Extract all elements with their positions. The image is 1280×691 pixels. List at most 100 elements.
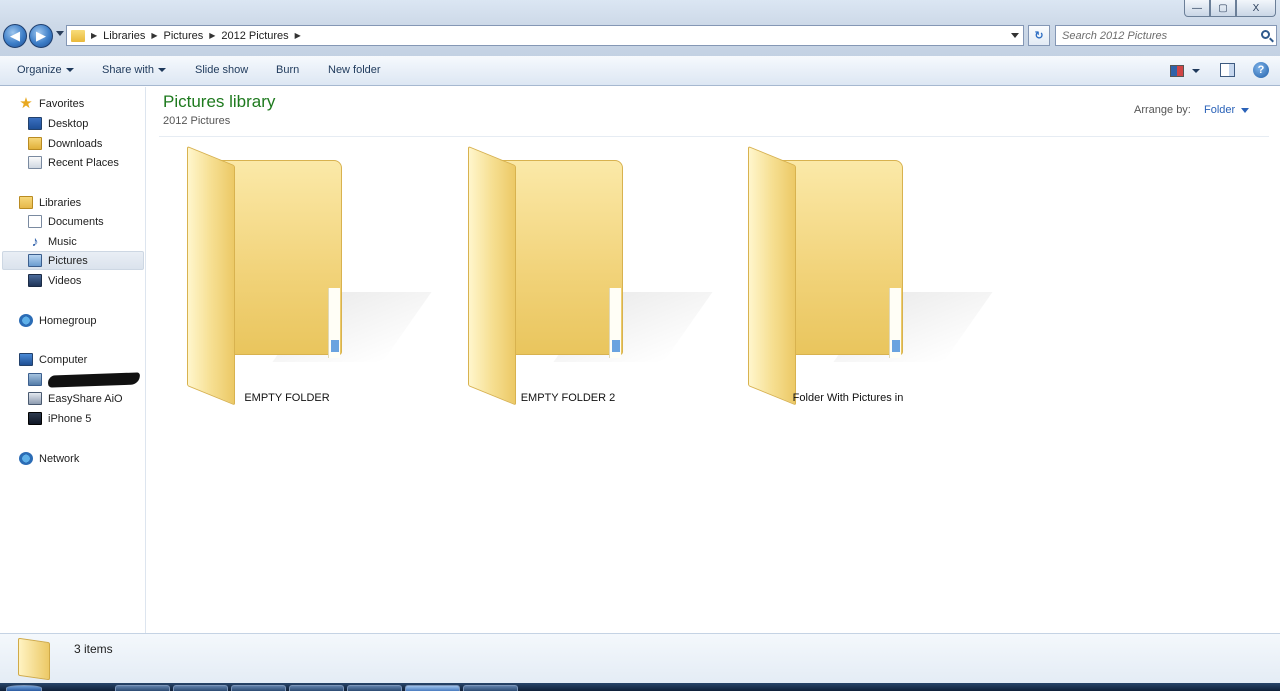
- nav-label: Music: [48, 235, 77, 248]
- nav-documents[interactable]: Documents: [28, 212, 104, 231]
- libraries-icon: [19, 196, 33, 209]
- arrange-by-dropdown[interactable]: Folder: [1204, 104, 1250, 116]
- recent-places-icon: [28, 156, 42, 169]
- breadcrumb-chevron-icon[interactable]: ▶: [91, 31, 97, 40]
- redacted-drive-name: [47, 371, 141, 388]
- folder-name: EMPTY FOLDER 2: [520, 392, 616, 404]
- details-pane: 3 items: [0, 633, 1280, 683]
- music-note-icon: ♪: [31, 233, 39, 249]
- taskbar-button[interactable]: [115, 685, 170, 691]
- breadcrumb-chevron-icon[interactable]: ▶: [209, 31, 215, 40]
- navigation-pane: ★ Favorites Desktop Downloads Recent Plac…: [0, 87, 146, 633]
- nav-label: Libraries: [39, 196, 82, 209]
- desktop-icon: [28, 117, 42, 130]
- address-history-dropdown[interactable]: [1011, 33, 1019, 38]
- taskbar-button-active[interactable]: [405, 685, 460, 691]
- new-folder-button[interactable]: New folder: [328, 64, 381, 76]
- taskbar-button[interactable]: [347, 685, 402, 691]
- taskbar-button[interactable]: [463, 685, 518, 691]
- command-bar: Organize Share with Slide show Burn New …: [0, 56, 1280, 86]
- breadcrumb-pictures[interactable]: Pictures: [164, 30, 204, 42]
- taskbar-button[interactable]: [289, 685, 344, 691]
- phone-icon: [28, 412, 42, 425]
- organize-label: Organize: [17, 64, 62, 76]
- network-icon: [19, 452, 33, 465]
- refresh-button[interactable]: ↻: [1028, 25, 1050, 46]
- search-input[interactable]: [1056, 26, 1246, 45]
- share-with-label: Share with: [102, 64, 154, 76]
- folder-icon: [71, 29, 85, 42]
- nav-network[interactable]: Network: [19, 449, 79, 468]
- forward-button[interactable]: ▶: [29, 24, 53, 48]
- taskbar-button[interactable]: [231, 685, 286, 691]
- search-icon[interactable]: [1261, 30, 1270, 39]
- nav-label: Pictures: [48, 254, 88, 267]
- nav-label: Computer: [39, 353, 88, 366]
- back-arrow-icon: ◀: [10, 28, 20, 43]
- item-count: 3 items: [74, 642, 113, 656]
- nav-label: Documents: [48, 215, 104, 228]
- nav-music[interactable]: ♪ Music: [28, 232, 77, 251]
- burn-button[interactable]: Burn: [276, 64, 299, 76]
- nav-label: Desktop: [48, 117, 89, 130]
- folder-tile[interactable]: EMPTY FOLDER: [147, 142, 432, 406]
- star-icon: ★: [19, 95, 33, 112]
- breadcrumb-2012-pictures[interactable]: 2012 Pictures: [221, 30, 288, 42]
- chevron-down-icon: [157, 68, 166, 73]
- folder-name: EMPTY FOLDER: [244, 392, 330, 404]
- videos-icon: [28, 274, 42, 287]
- folder-paper: [889, 288, 901, 358]
- breadcrumb-chevron-icon[interactable]: ▶: [295, 31, 301, 40]
- folder-front-flap: [187, 146, 235, 406]
- breadcrumb-chevron-icon[interactable]: ▶: [151, 31, 157, 40]
- nav-favorites[interactable]: ★ Favorites: [19, 94, 84, 113]
- breadcrumb-libraries[interactable]: Libraries: [103, 30, 145, 42]
- library-title: Pictures library: [163, 92, 276, 111]
- nav-pictures[interactable]: Pictures: [2, 251, 144, 270]
- nav-iphone[interactable]: iPhone 5: [28, 409, 91, 428]
- back-button[interactable]: ◀: [3, 24, 27, 48]
- folder-front-flap: [468, 146, 516, 406]
- nav-homegroup[interactable]: Homegroup: [19, 311, 96, 330]
- slide-show-button[interactable]: Slide show: [195, 64, 248, 76]
- nav-recent-places[interactable]: Recent Places: [28, 153, 119, 172]
- folder-name: Folder With Pictures in: [792, 392, 904, 404]
- folder-icon: [18, 637, 50, 681]
- change-view-icon[interactable]: [1170, 65, 1184, 77]
- start-button[interactable]: [6, 685, 42, 691]
- folder-tile[interactable]: Folder With Pictures in: [708, 142, 993, 406]
- folder-front-flap: [748, 146, 796, 406]
- nav-local-drive[interactable]: [28, 370, 141, 389]
- nav-desktop[interactable]: Desktop: [28, 114, 88, 133]
- nav-easyshare[interactable]: EasyShare AiO: [28, 389, 123, 408]
- divider: [159, 136, 1269, 137]
- close-button[interactable]: X: [1236, 0, 1276, 17]
- nav-downloads[interactable]: Downloads: [28, 134, 102, 153]
- folder-paper: [328, 288, 340, 358]
- homegroup-icon: [19, 314, 33, 327]
- folder-tile[interactable]: EMPTY FOLDER 2: [428, 142, 713, 406]
- help-icon[interactable]: ?: [1253, 62, 1269, 78]
- share-with-button[interactable]: Share with: [102, 64, 166, 76]
- nav-label: Videos: [48, 274, 82, 287]
- forward-arrow-icon: ▶: [36, 28, 46, 43]
- nav-label: iPhone 5: [48, 412, 92, 425]
- taskbar-button[interactable]: [173, 685, 228, 691]
- address-bar[interactable]: ▶ Libraries ▶ Pictures ▶ 2012 Pictures ▶: [66, 25, 1024, 46]
- nav-label: Recent Places: [48, 156, 119, 169]
- minimize-button[interactable]: —: [1184, 0, 1210, 17]
- nav-label: EasyShare AiO: [48, 392, 123, 405]
- chevron-down-icon: [65, 68, 74, 73]
- nav-libraries[interactable]: Libraries: [19, 193, 81, 212]
- view-options-dropdown[interactable]: [1192, 69, 1200, 73]
- nav-label: Homegroup: [39, 314, 97, 327]
- maximize-button[interactable]: ▢: [1210, 0, 1236, 17]
- recent-pages-dropdown[interactable]: [56, 31, 64, 36]
- nav-computer[interactable]: Computer: [19, 350, 87, 369]
- nav-label: Downloads: [48, 137, 103, 150]
- nav-videos[interactable]: Videos: [28, 271, 81, 290]
- search-box[interactable]: [1055, 25, 1277, 46]
- folder-paper: [609, 288, 621, 358]
- organize-button[interactable]: Organize: [17, 64, 74, 76]
- preview-pane-icon[interactable]: [1220, 63, 1235, 77]
